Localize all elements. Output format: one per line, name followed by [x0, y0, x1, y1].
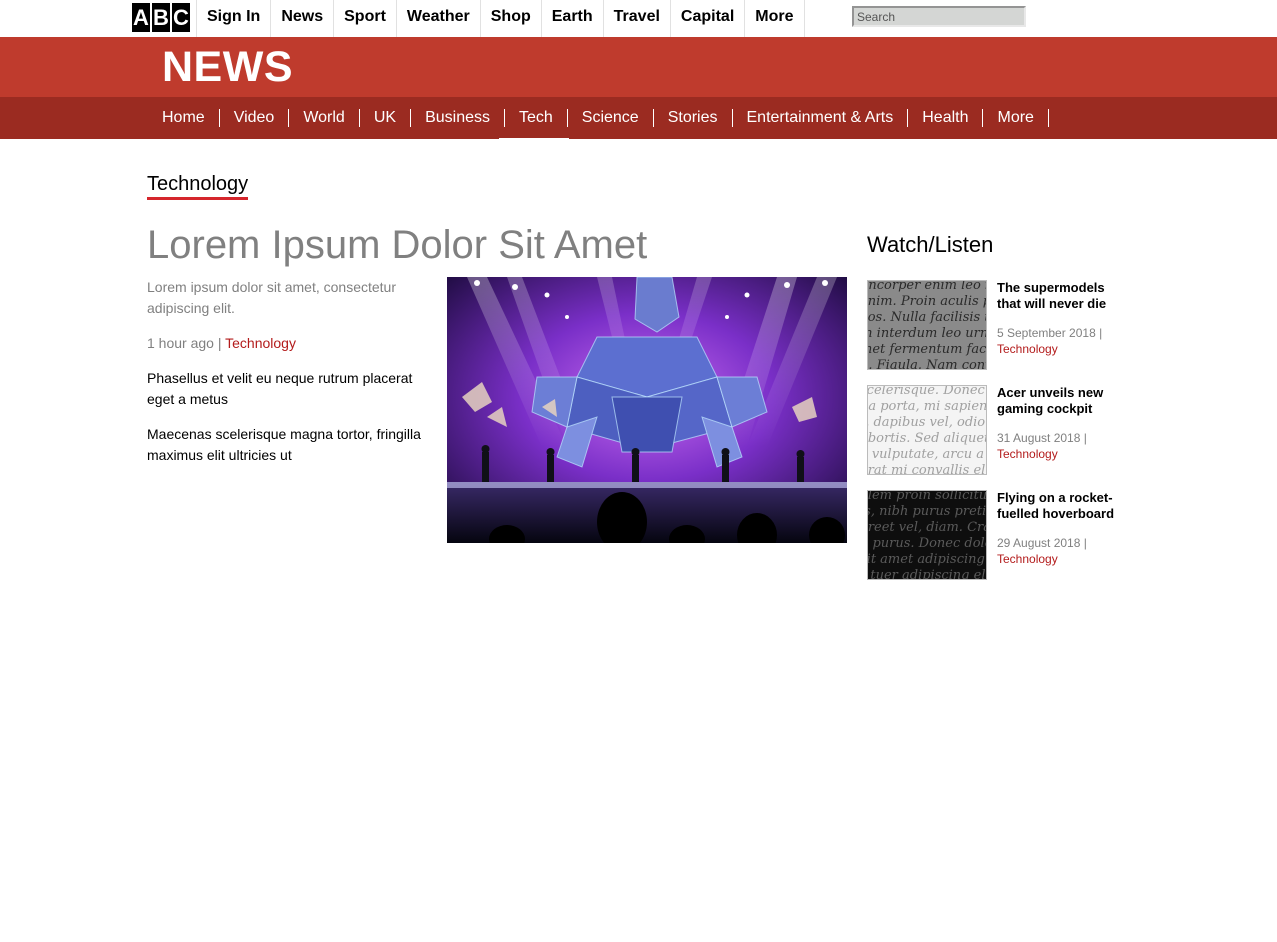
- section-tech[interactable]: Tech: [499, 109, 569, 141]
- search-input[interactable]: [852, 6, 1026, 27]
- sidebar-item-title[interactable]: Acer unveils new gaming cockpit: [997, 385, 1127, 417]
- sidebar-title: Watch/Listen: [867, 232, 994, 257]
- section-stories[interactable]: Stories: [654, 109, 733, 127]
- topnav-shop[interactable]: Shop: [479, 0, 541, 37]
- sidebar-tag-link[interactable]: Technology: [997, 446, 1127, 462]
- section-health[interactable]: Health: [908, 109, 984, 127]
- sidebar-thumbnail[interactable]: uncorper enim leo in od enim. Proin acul…: [867, 280, 987, 370]
- topnav-weather[interactable]: Weather: [395, 0, 480, 37]
- topnav-news[interactable]: News: [270, 0, 333, 37]
- top-bar: A B C Sign In News Sport Weather Shop Ea…: [0, 0, 1277, 37]
- sidebar-item[interactable]: scelerisque. Donec vel da porta, mi sapi…: [867, 385, 1127, 475]
- section-entertainment-arts[interactable]: Entertainment & Arts: [733, 109, 909, 127]
- section-video[interactable]: Video: [220, 109, 290, 127]
- section-nav: Home Video World UK Business Tech Scienc…: [0, 97, 1277, 141]
- sidebar-date-text: 31 August 2018 |: [997, 431, 1087, 445]
- article-paragraph: Phasellus et velit eu neque rutrum place…: [147, 370, 413, 407]
- section-more[interactable]: More: [983, 109, 1049, 127]
- topnav-sign-in[interactable]: Sign In: [196, 0, 270, 37]
- abc-logo[interactable]: A B C: [132, 3, 190, 32]
- topnav-travel[interactable]: Travel: [602, 0, 670, 37]
- sidebar-date-text: 5 September 2018 |: [997, 326, 1103, 340]
- logo-letter: C: [172, 3, 190, 32]
- sidebar-date-text: 29 August 2018 |: [997, 536, 1087, 550]
- section-nav-list: Home Video World UK Business Tech Scienc…: [148, 97, 1049, 141]
- sidebar-tag-link[interactable]: Technology: [997, 341, 1127, 357]
- article-meta: 1 hour ago | Technology: [147, 333, 437, 354]
- article-headline[interactable]: Lorem Ipsum Dolor Sit Amet: [147, 222, 647, 268]
- section-business[interactable]: Business: [411, 109, 505, 127]
- sidebar-item-title[interactable]: The supermodels that will never die: [997, 280, 1127, 312]
- sidebar-item-title[interactable]: Flying on a rocket-fuelled hoverboard: [997, 490, 1127, 522]
- news-title[interactable]: NEWS: [162, 45, 293, 89]
- article-hero-image[interactable]: [447, 277, 847, 543]
- section-home[interactable]: Home: [148, 109, 220, 127]
- sidebar-item-date: 5 September 2018 | Technology: [997, 325, 1127, 357]
- topnav-sport[interactable]: Sport: [333, 0, 396, 37]
- sidebar-item-date: 31 August 2018 | Technology: [997, 430, 1127, 462]
- topnav-more[interactable]: More: [744, 0, 805, 37]
- news-banner: NEWS: [0, 37, 1277, 97]
- sidebar-item[interactable]: uncorper enim leo in od enim. Proin acul…: [867, 280, 1127, 370]
- topnav-earth[interactable]: Earth: [540, 0, 603, 37]
- page-section-label[interactable]: Technology: [147, 173, 249, 200]
- topnav-capital[interactable]: Capital: [669, 0, 744, 37]
- thumbnail-texture-text: scelerisque. Donec vel da porta, mi sapi…: [867, 385, 987, 475]
- sidebar-item-date: 29 August 2018 | Technology: [997, 535, 1127, 567]
- article-summary: Lorem ipsum dolor sit amet, consectetur …: [147, 279, 396, 316]
- thumbnail-texture-text: uncorper enim leo in od enim. Proin acul…: [867, 280, 987, 370]
- logo-letter: A: [132, 3, 150, 32]
- article-time: 1 hour ago: [147, 335, 214, 351]
- section-uk[interactable]: UK: [360, 109, 412, 127]
- article-paragraph: Maecenas scelerisque magna tortor, fring…: [147, 426, 421, 463]
- sidebar-tag-link[interactable]: Technology: [997, 551, 1127, 567]
- top-nav: Sign In News Sport Weather Shop Earth Tr…: [196, 0, 805, 37]
- thumbnail-texture-text: olem proin sollicitudin, mi is, nibh pur…: [867, 490, 987, 580]
- section-world[interactable]: World: [289, 109, 360, 127]
- article-body: Lorem ipsum dolor sit amet, consectetur …: [147, 277, 437, 466]
- sidebar-thumbnail[interactable]: scelerisque. Donec vel da porta, mi sapi…: [867, 385, 987, 475]
- logo-letter: B: [152, 3, 170, 32]
- meta-separator: |: [213, 335, 226, 351]
- sidebar-item[interactable]: olem proin sollicitudin, mi is, nibh pur…: [867, 490, 1127, 580]
- sidebar-thumbnail[interactable]: olem proin sollicitudin, mi is, nibh pur…: [867, 490, 987, 580]
- article-tag-link[interactable]: Technology: [225, 335, 296, 351]
- section-science[interactable]: Science: [568, 109, 654, 127]
